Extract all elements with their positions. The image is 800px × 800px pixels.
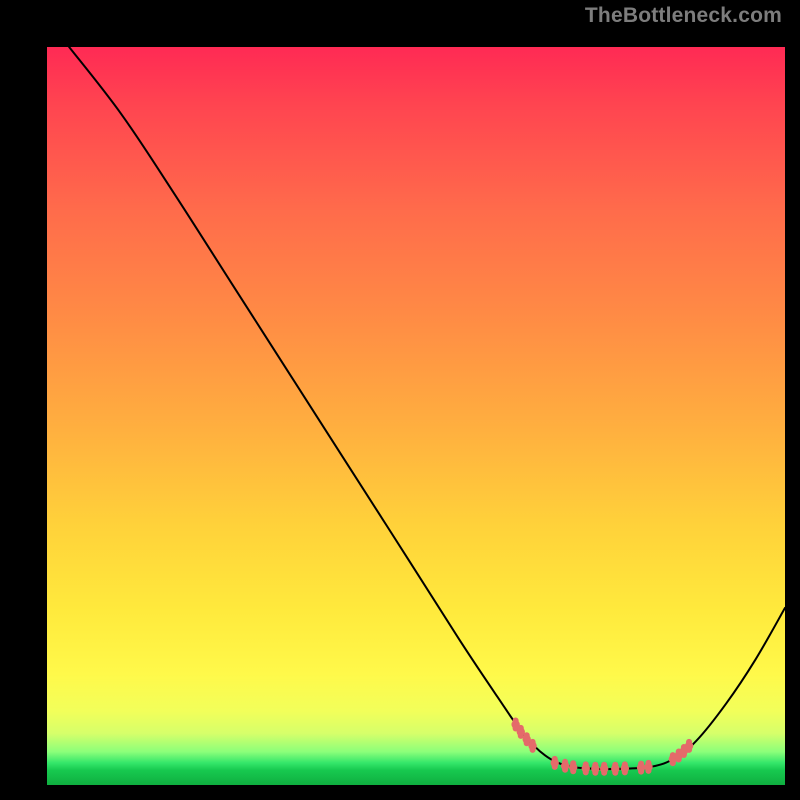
marker-dot [637, 763, 645, 771]
marker-dot [611, 765, 619, 773]
marker-dot [621, 764, 629, 772]
curve-layer [47, 47, 785, 785]
marker-dot [528, 742, 536, 750]
plot-area [47, 47, 785, 785]
chart-frame [15, 15, 785, 785]
marker-dot [644, 763, 652, 771]
marker-dot [582, 764, 590, 772]
marker-dot [561, 762, 569, 770]
marker-dot [591, 765, 599, 773]
marker-dot [551, 759, 559, 767]
marker-dot [569, 763, 577, 771]
bottleneck-curve [69, 47, 785, 769]
marker-group [511, 720, 693, 773]
marker-dot [685, 742, 693, 750]
watermark-text: TheBottleneck.com [585, 4, 782, 28]
marker-dot [600, 765, 608, 773]
